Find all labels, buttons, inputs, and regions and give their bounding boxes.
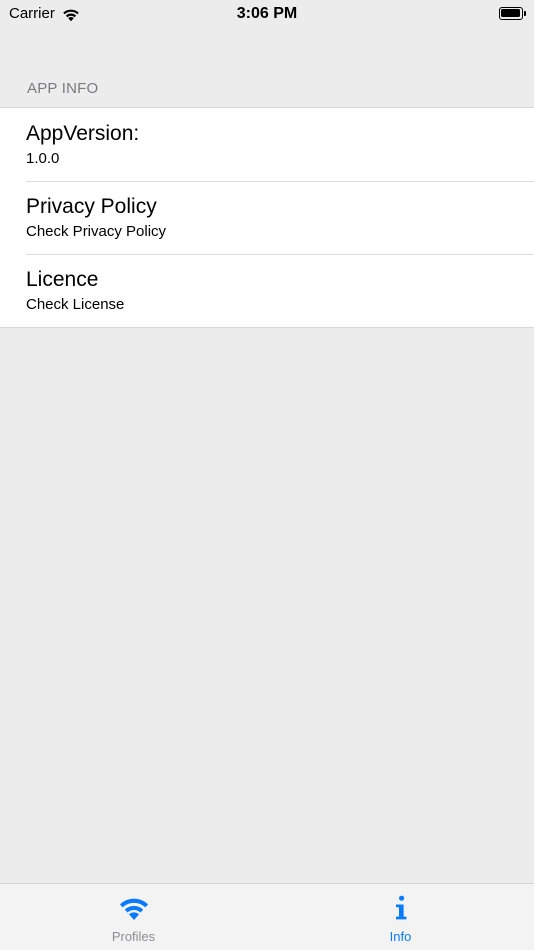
row-title: Licence: [26, 268, 99, 291]
row-title: Privacy Policy: [26, 195, 157, 218]
app-info-list: AppVersion: 1.0.0 Privacy Policy Check P…: [0, 107, 534, 328]
section-header-app-info: APP INFO: [27, 80, 99, 97]
battery-icon: [499, 7, 526, 20]
tab-label: Info: [389, 929, 412, 944]
tab-info[interactable]: Info: [267, 884, 534, 950]
tab-label: Profiles: [111, 929, 156, 944]
tab-profiles[interactable]: Profiles: [0, 884, 267, 950]
row-licence[interactable]: Licence Check License: [0, 254, 534, 327]
info-icon: [393, 894, 409, 922]
status-bar: Carrier 3:06 PM: [0, 0, 534, 28]
status-time: 3:06 PM: [236, 5, 298, 22]
row-subtitle: Check Privacy Policy: [26, 223, 167, 240]
row-subtitle: 1.0.0: [26, 150, 60, 167]
row-title: AppVersion:: [26, 122, 140, 145]
wifi-icon: [116, 894, 152, 922]
row-privacy-policy[interactable]: Privacy Policy Check Privacy Policy: [0, 181, 534, 254]
row-subtitle: Check License: [26, 296, 125, 313]
row-app-version[interactable]: AppVersion: 1.0.0: [0, 108, 534, 181]
tab-bar: Profiles Info: [0, 883, 534, 950]
